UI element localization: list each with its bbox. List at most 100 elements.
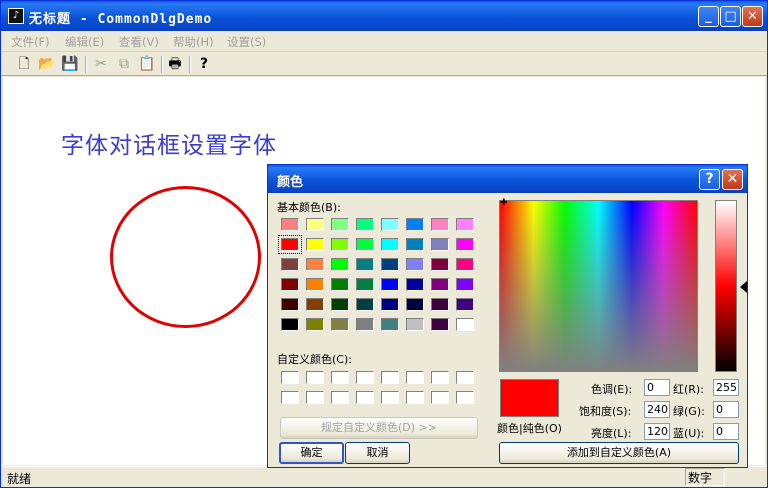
close-button[interactable]: ✕ bbox=[742, 6, 763, 27]
basic-color-swatch[interactable] bbox=[431, 278, 449, 291]
app-icon[interactable]: ♪ bbox=[8, 8, 24, 24]
toolbar-separator bbox=[189, 56, 191, 73]
basic-color-swatch[interactable] bbox=[406, 278, 424, 291]
copy-icon[interactable]: ⧉ bbox=[115, 55, 133, 73]
dialog-help-button[interactable]: ? bbox=[699, 169, 720, 190]
basic-color-swatch[interactable] bbox=[406, 238, 424, 251]
basic-color-swatch[interactable] bbox=[356, 298, 374, 311]
maximize-button[interactable]: □ bbox=[720, 6, 741, 27]
basic-color-swatch[interactable] bbox=[306, 318, 324, 331]
menu-settings[interactable]: 设置(S) bbox=[227, 34, 266, 50]
custom-color-swatch[interactable] bbox=[356, 391, 374, 404]
basic-color-swatch[interactable] bbox=[381, 278, 399, 291]
basic-color-swatch[interactable] bbox=[356, 238, 374, 251]
basic-color-swatch[interactable] bbox=[456, 238, 474, 251]
custom-color-swatch[interactable] bbox=[456, 371, 474, 384]
custom-color-swatch[interactable] bbox=[456, 391, 474, 404]
cut-icon[interactable]: ✂ bbox=[92, 55, 110, 73]
define-custom-colors-button[interactable]: 规定自定义颜色(D) >> bbox=[280, 417, 478, 439]
luminosity-slider[interactable] bbox=[715, 200, 737, 372]
basic-color-swatch[interactable] bbox=[306, 278, 324, 291]
basic-color-swatch[interactable] bbox=[356, 258, 374, 271]
custom-color-swatch[interactable] bbox=[306, 391, 324, 404]
custom-color-swatch[interactable] bbox=[406, 391, 424, 404]
new-icon[interactable]: 🗋 bbox=[15, 55, 33, 73]
basic-color-swatch[interactable] bbox=[381, 218, 399, 231]
custom-color-swatch[interactable] bbox=[381, 391, 399, 404]
basic-color-swatch[interactable] bbox=[281, 318, 299, 331]
custom-color-swatch[interactable] bbox=[281, 371, 299, 384]
paste-icon[interactable]: 📋 bbox=[138, 55, 156, 73]
basic-color-swatch[interactable] bbox=[456, 318, 474, 331]
title-bar[interactable]: ♪ 无标题 - CommonDlgDemo _ □ ✕ bbox=[1, 1, 767, 31]
basic-color-swatch[interactable] bbox=[406, 258, 424, 271]
ok-button[interactable]: 确定 bbox=[279, 442, 344, 464]
basic-color-swatch[interactable] bbox=[356, 318, 374, 331]
luminosity-arrow-icon[interactable] bbox=[740, 281, 747, 293]
custom-color-swatch[interactable] bbox=[431, 391, 449, 404]
basic-color-swatch[interactable] bbox=[331, 238, 349, 251]
basic-color-swatch[interactable] bbox=[431, 318, 449, 331]
custom-color-swatch[interactable] bbox=[306, 371, 324, 384]
custom-color-swatch[interactable] bbox=[331, 391, 349, 404]
save-icon[interactable]: 💾 bbox=[61, 55, 79, 73]
menu-view[interactable]: 查看(V) bbox=[119, 34, 159, 50]
basic-color-swatch[interactable] bbox=[281, 278, 299, 291]
hue-input[interactable]: 0 bbox=[644, 379, 670, 396]
basic-color-swatch[interactable] bbox=[456, 278, 474, 291]
basic-color-swatch[interactable] bbox=[431, 298, 449, 311]
color-spectrum[interactable] bbox=[499, 200, 698, 372]
print-icon[interactable]: 🖶 bbox=[166, 55, 184, 73]
basic-color-swatch[interactable] bbox=[456, 298, 474, 311]
basic-color-swatch[interactable] bbox=[381, 298, 399, 311]
open-icon[interactable]: 📂 bbox=[38, 55, 56, 73]
cancel-button[interactable]: 取消 bbox=[345, 442, 410, 464]
basic-color-swatch[interactable] bbox=[331, 278, 349, 291]
menu-help[interactable]: 帮助(H) bbox=[173, 34, 214, 50]
custom-color-swatch[interactable] bbox=[381, 371, 399, 384]
basic-color-swatch[interactable] bbox=[431, 238, 449, 251]
basic-color-swatch[interactable] bbox=[331, 258, 349, 271]
color-solid-preview[interactable] bbox=[500, 379, 559, 417]
basic-color-swatch[interactable] bbox=[281, 298, 299, 311]
basic-color-swatch[interactable] bbox=[331, 218, 349, 231]
blue-input[interactable]: 0 bbox=[713, 423, 739, 440]
basic-color-swatch[interactable] bbox=[306, 258, 324, 271]
basic-color-swatch[interactable] bbox=[306, 298, 324, 311]
custom-color-swatch[interactable] bbox=[431, 371, 449, 384]
dialog-title-bar[interactable]: 颜色 ? ✕ bbox=[268, 165, 747, 193]
basic-color-swatch[interactable] bbox=[331, 318, 349, 331]
green-input[interactable]: 0 bbox=[713, 401, 739, 418]
basic-color-swatch[interactable] bbox=[381, 258, 399, 271]
basic-color-swatch[interactable] bbox=[381, 238, 399, 251]
basic-color-swatch[interactable] bbox=[281, 258, 299, 271]
basic-color-swatch[interactable] bbox=[381, 318, 399, 331]
basic-color-swatch[interactable] bbox=[406, 318, 424, 331]
basic-color-swatch[interactable] bbox=[331, 298, 349, 311]
add-to-custom-colors-button[interactable]: 添加到自定义颜色(A) bbox=[499, 442, 739, 464]
dialog-close-button[interactable]: ✕ bbox=[722, 169, 743, 190]
custom-color-swatch[interactable] bbox=[406, 371, 424, 384]
basic-color-swatch[interactable] bbox=[306, 238, 324, 251]
basic-color-swatch[interactable] bbox=[456, 218, 474, 231]
basic-color-swatch[interactable] bbox=[356, 278, 374, 291]
basic-color-swatch[interactable] bbox=[281, 218, 299, 231]
basic-color-swatch[interactable] bbox=[456, 258, 474, 271]
luminosity-input[interactable]: 120 bbox=[644, 423, 670, 440]
basic-color-swatch[interactable] bbox=[278, 235, 302, 254]
custom-color-swatch[interactable] bbox=[331, 371, 349, 384]
minimize-button[interactable]: _ bbox=[698, 6, 719, 27]
help-icon[interactable]: ? bbox=[195, 55, 213, 73]
red-input[interactable]: 255 bbox=[713, 379, 739, 396]
basic-color-swatch[interactable] bbox=[406, 218, 424, 231]
menu-edit[interactable]: 编辑(E) bbox=[65, 34, 104, 50]
custom-color-swatch[interactable] bbox=[281, 391, 299, 404]
basic-color-swatch[interactable] bbox=[356, 218, 374, 231]
basic-color-swatch[interactable] bbox=[431, 218, 449, 231]
menu-file[interactable]: 文件(F) bbox=[11, 34, 50, 50]
basic-color-swatch[interactable] bbox=[431, 258, 449, 271]
basic-color-swatch[interactable] bbox=[406, 298, 424, 311]
basic-color-swatch[interactable] bbox=[306, 218, 324, 231]
custom-color-swatch[interactable] bbox=[356, 371, 374, 384]
saturation-input[interactable]: 240 bbox=[644, 401, 670, 418]
